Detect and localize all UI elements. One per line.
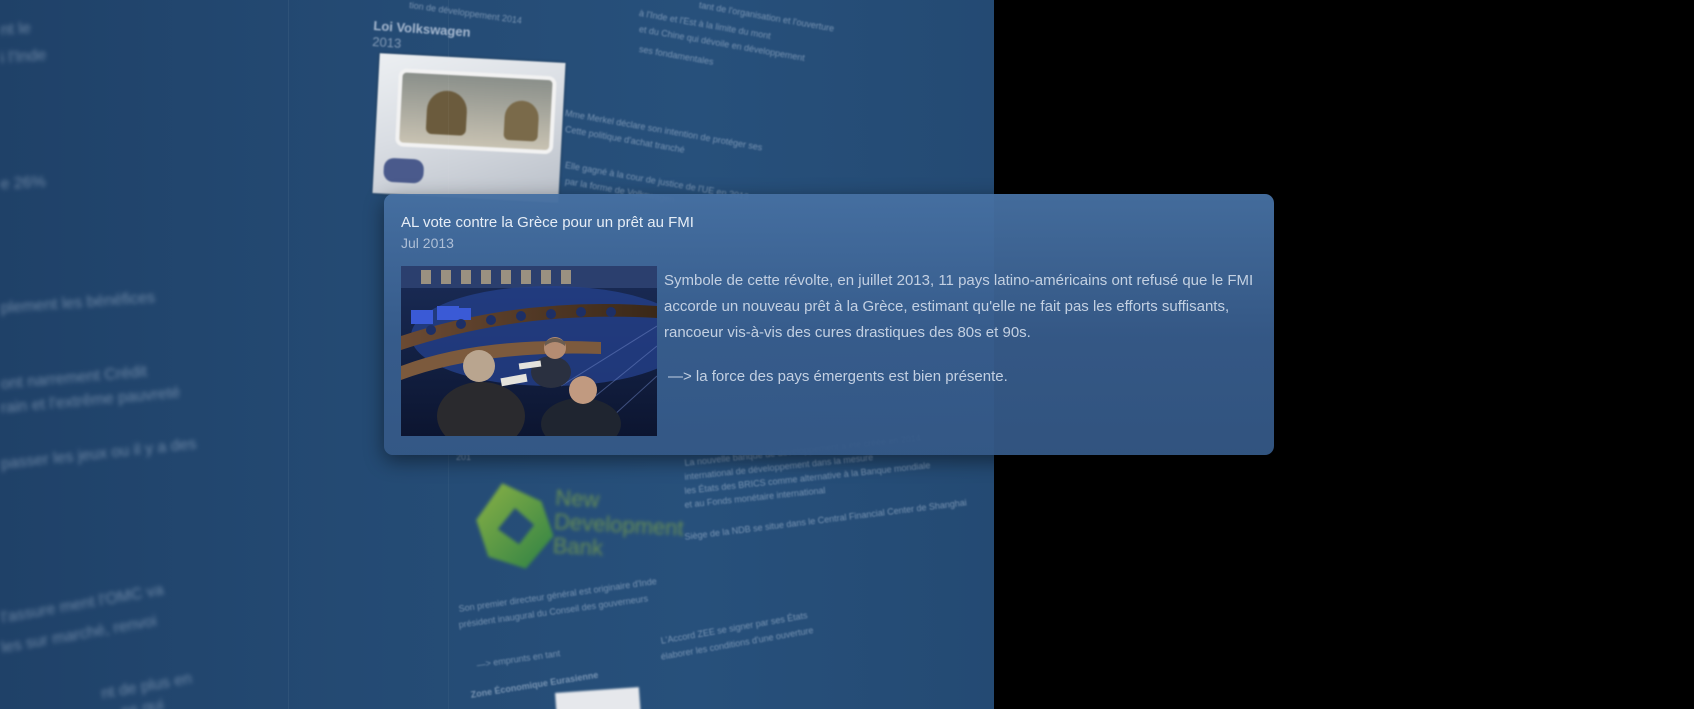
event-card-body-line: rancoeur vis-à-vis des cures drastiques … bbox=[664, 324, 1031, 341]
background-bottom-photo bbox=[555, 687, 641, 709]
bg-side-line: i l'Inde bbox=[0, 46, 47, 67]
ndb-logo-icon bbox=[476, 483, 554, 569]
bg-lower-snippet: —> emprunts en tant bbox=[476, 648, 561, 670]
bg-side-line: passer les jeux ou il y a des bbox=[0, 435, 198, 473]
background-heading: Loi Volkswagen 2013 bbox=[372, 18, 471, 57]
ndb-name: New Development Bank bbox=[552, 485, 685, 565]
bg-side-line: nt le bbox=[0, 19, 32, 39]
person-silhouette bbox=[425, 89, 468, 136]
person-silhouette bbox=[503, 99, 540, 142]
event-card-note: —> la force des pays émergents est bien … bbox=[668, 368, 1008, 385]
event-card[interactable]: AL vote contre la Grèce pour un prêt au … bbox=[384, 194, 1274, 455]
event-card-body: Symbole de cette révolte, en juillet 201… bbox=[664, 268, 1264, 346]
bg-top-snippet: ses fondamentales bbox=[638, 44, 715, 67]
event-card-date: Jul 2013 bbox=[401, 235, 454, 251]
meeting-photo-image bbox=[401, 266, 657, 436]
stage: Loi Volkswagen 2013 nt le i l'Inde e 26%… bbox=[0, 0, 1694, 709]
event-card-body-line: Symbole de cette révolte, en juillet 201… bbox=[664, 272, 1254, 289]
event-card-title: AL vote contre la Grèce pour un prêt au … bbox=[401, 214, 694, 231]
background-photo bbox=[372, 53, 566, 203]
meeting-photo bbox=[401, 266, 657, 436]
object-silhouette bbox=[383, 157, 425, 184]
event-card-body-line: accorde un nouveau prêt à la Grèce, esti… bbox=[664, 298, 1230, 315]
bg-side-line: plement les bénéfices bbox=[0, 289, 156, 317]
bg-side-line: e 26% bbox=[0, 173, 47, 193]
